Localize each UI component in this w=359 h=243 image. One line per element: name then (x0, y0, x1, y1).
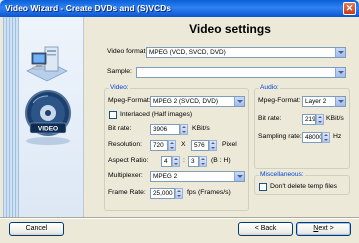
frame-rate-spinner[interactable] (175, 188, 183, 199)
interlaced-checkbox[interactable] (109, 111, 117, 119)
video-bitrate-spinner[interactable] (180, 124, 188, 135)
video-disc-icon: VIDEO (25, 90, 71, 145)
resolution-label: Resolution: (108, 141, 143, 148)
video-mpeg-format-select[interactable]: MPEG 2 (SVCD, DVD) (150, 96, 245, 107)
resolution-width-input[interactable]: 720 (150, 140, 168, 151)
title-bar: Video Wizard - Create DVDs and (S)VCDs ✕ (0, 0, 359, 17)
aspect-ratio-label: Aspect Ratio: (108, 157, 149, 164)
sample-select[interactable] (136, 67, 346, 78)
video-mpeg-format-value: MPEG 2 (SVCD, DVD) (153, 98, 218, 105)
frame-rate-value: 25,000 (153, 190, 173, 197)
computer-network-icon (26, 46, 68, 82)
sampling-rate-unit: Hz (333, 133, 342, 140)
cancel-button-label: Cancel (25, 225, 48, 232)
video-wizard-window: Video Wizard - Create DVDs and (S)VCDs ✕ (0, 0, 359, 243)
chevron-down-icon[interactable] (335, 97, 345, 106)
video-format-label: Video format: (107, 48, 148, 55)
video-bitrate-label: Bit rate: (108, 125, 132, 132)
sampling-rate-value: 48000 (305, 134, 322, 141)
frame-rate-label: Frame Rate: (108, 189, 146, 196)
aspect-width-input[interactable]: 4 (161, 156, 172, 167)
video-bitrate-value: 3906 (153, 126, 168, 133)
audio-bitrate-label: Bit rate: (258, 115, 282, 122)
aspect-unit: (B : H) (211, 157, 231, 164)
video-group-title: Video: (109, 84, 130, 91)
page-title: Video settings (189, 22, 271, 36)
chevron-down-icon[interactable] (234, 172, 244, 181)
sampling-rate-spinner[interactable] (322, 132, 330, 143)
aspect-width-spinner[interactable] (172, 156, 180, 167)
multiplexer-value: MPEG 2 (153, 173, 178, 180)
close-icon: ✕ (345, 3, 354, 13)
sampling-rate-label: Sampling rate: (258, 133, 302, 140)
video-bitrate-unit: KBit/s (192, 125, 210, 132)
aspect-width-value: 4 (164, 158, 168, 165)
sampling-rate-input[interactable]: 48000 (302, 132, 322, 143)
resolution-width-spinner[interactable] (168, 140, 176, 151)
resolution-separator: X (181, 141, 186, 148)
back-button[interactable]: < Back (238, 222, 293, 236)
next-button[interactable]: Next > (296, 222, 351, 236)
resolution-width-value: 720 (153, 142, 164, 149)
close-button[interactable]: ✕ (343, 2, 356, 15)
window-title: Video Wizard - Create DVDs and (S)VCDs (5, 3, 172, 13)
disc-label: VIDEO (38, 126, 58, 133)
back-button-label: < Back (254, 225, 277, 232)
resolution-height-input[interactable]: 576 (191, 140, 209, 151)
resolution-unit: Pixel (222, 141, 237, 148)
audio-group-title: Audio: (259, 84, 280, 91)
aspect-height-spinner[interactable] (199, 156, 207, 167)
frame-rate-input[interactable]: 25,000 (150, 188, 175, 199)
audio-bitrate-value: 219 (305, 116, 316, 123)
video-format-value: MPEG (VCD, SVCD, DVD) (149, 49, 226, 56)
video-mpeg-format-label: Mpeg-Format: (108, 97, 151, 104)
chevron-down-icon[interactable] (335, 48, 345, 57)
dont-delete-temp-checkbox[interactable] (259, 183, 267, 191)
video-bitrate-input[interactable]: 3906 (150, 124, 180, 135)
aspect-height-value: 3 (191, 158, 195, 165)
sample-label: Sample: (107, 68, 132, 75)
resolution-height-spinner[interactable] (209, 140, 217, 151)
interlaced-label: Interlaced (Half images) (120, 111, 193, 118)
dont-delete-temp-label: Don't delete temp files (270, 183, 338, 190)
aspect-height-input[interactable]: 3 (188, 156, 199, 167)
audio-mpeg-format-value: Layer 2 (305, 98, 327, 105)
audio-bitrate-input[interactable]: 219 (302, 114, 316, 125)
frame-rate-unit: fps (Frames/s) (187, 189, 231, 196)
audio-mpeg-format-label: Mpeg-Format: (258, 97, 301, 104)
cancel-button[interactable]: Cancel (9, 222, 64, 236)
video-format-select[interactable]: MPEG (VCD, SVCD, DVD) (146, 47, 346, 58)
chevron-down-icon[interactable] (234, 97, 244, 106)
audio-bitrate-unit: KBit/s (326, 115, 344, 122)
multiplexer-label: Multiplexer: (108, 172, 143, 179)
resolution-height-value: 576 (194, 142, 205, 149)
misc-group-title: Miscellaneous: (259, 171, 305, 178)
multiplexer-select[interactable]: MPEG 2 (150, 171, 245, 182)
audio-mpeg-format-select[interactable]: Layer 2 (302, 96, 346, 107)
next-button-label: ext > (318, 225, 334, 232)
sidebar-stripes (3, 17, 19, 217)
bottom-separator-highlight (0, 218, 359, 219)
chevron-down-icon[interactable] (335, 68, 345, 77)
wizard-sidebar: VIDEO (3, 17, 84, 217)
aspect-separator: : (183, 157, 185, 164)
audio-bitrate-spinner[interactable] (316, 114, 324, 125)
